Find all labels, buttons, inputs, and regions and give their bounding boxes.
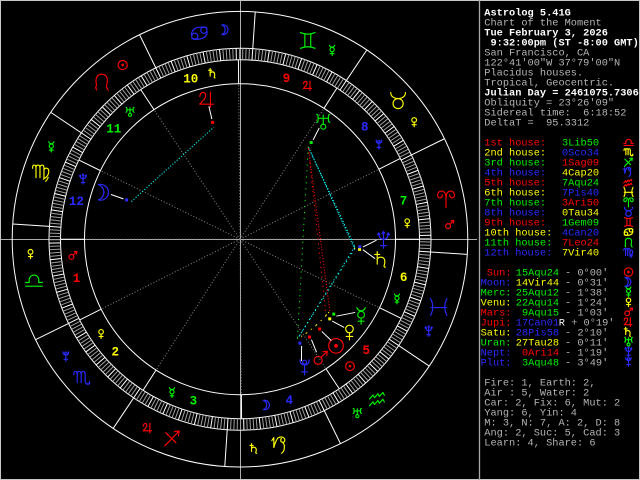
svg-text:4: 4 (285, 394, 293, 408)
svg-text:12th house:: 12th house: (484, 248, 552, 260)
svg-text:11: 11 (106, 122, 121, 136)
svg-text:7Vir40: 7Vir40 (562, 248, 599, 260)
svg-text:5: 5 (362, 344, 370, 358)
svg-text:- 3°49': - 3°49' (565, 358, 608, 370)
svg-text:12: 12 (69, 195, 84, 209)
svg-text:2: 2 (111, 346, 119, 360)
svg-text:9: 9 (283, 72, 291, 86)
svg-text:6: 6 (400, 271, 408, 285)
svg-text:Plut:: Plut: (481, 358, 512, 370)
svg-text:Learn: 4, Share: 6: Learn: 4, Share: 6 (484, 438, 595, 450)
svg-text:1: 1 (73, 272, 81, 286)
svg-text:DeltaT = 95.3312: DeltaT = 95.3312 (484, 118, 589, 130)
svg-text:3: 3 (190, 395, 198, 409)
svg-text:R: R (559, 318, 565, 330)
svg-text:10: 10 (183, 73, 198, 87)
svg-text:8: 8 (361, 121, 369, 135)
svg-text:3Aqu48: 3Aqu48 (516, 358, 559, 370)
svg-text:7: 7 (400, 194, 408, 208)
